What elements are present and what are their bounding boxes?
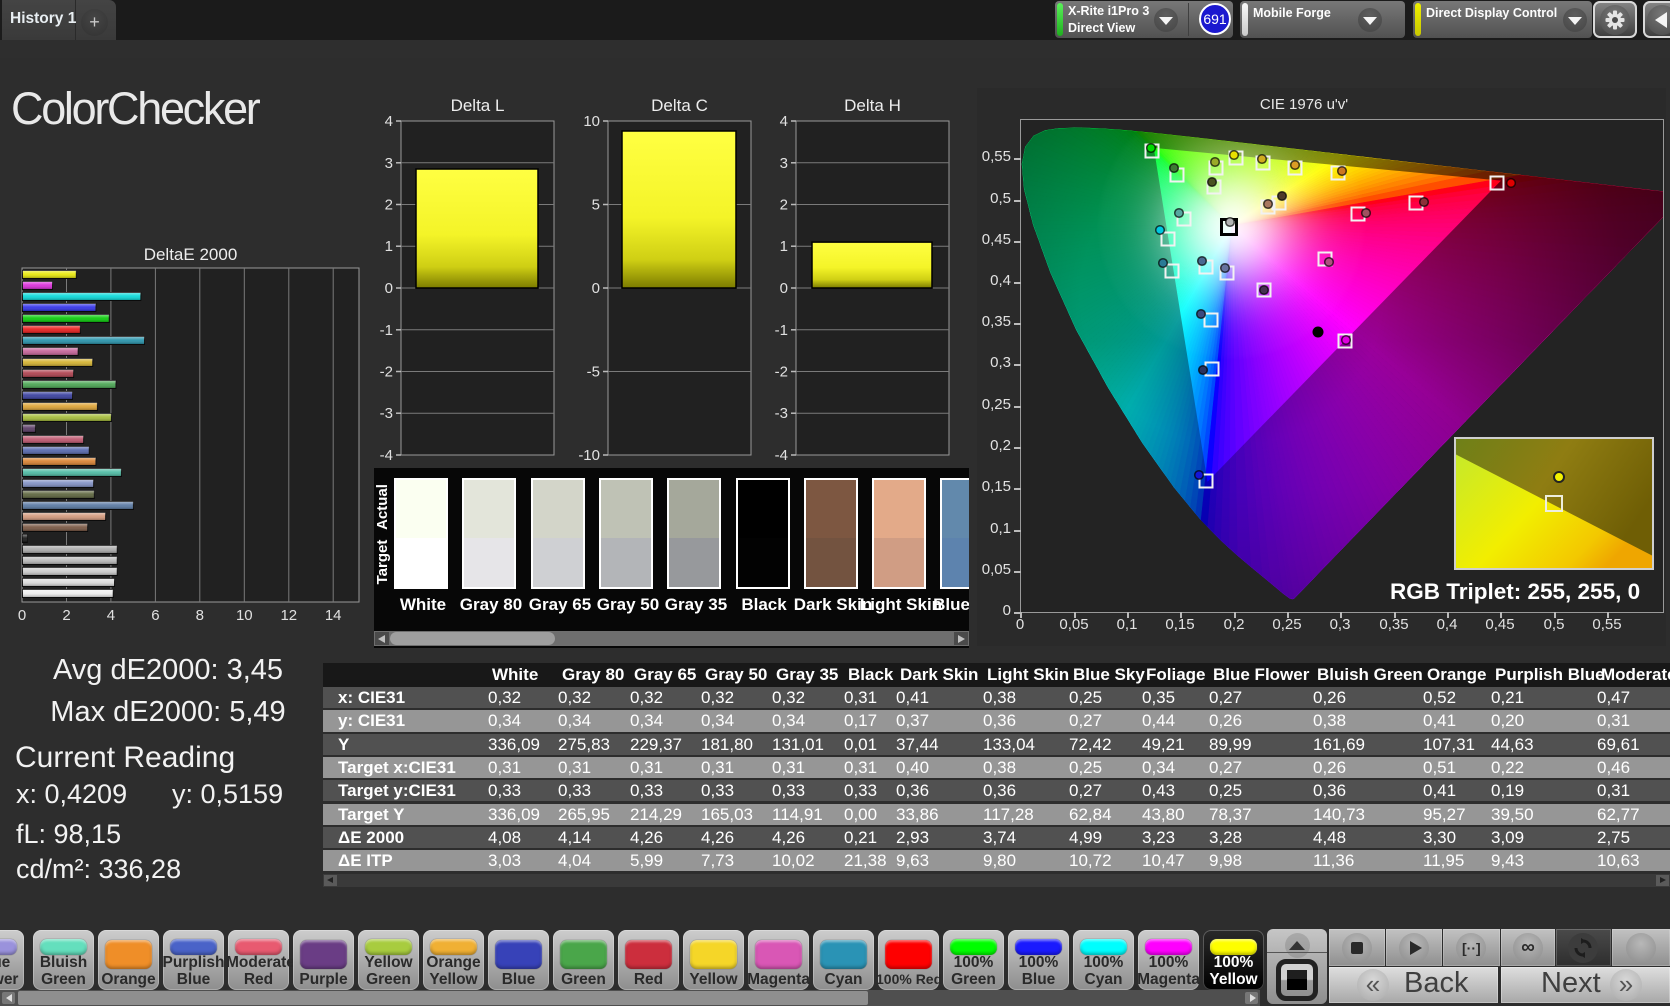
- svg-text:Delta C: Delta C: [651, 96, 708, 115]
- svg-text:1: 1: [780, 238, 788, 255]
- svg-text:3: 3: [385, 155, 393, 172]
- svg-text:2: 2: [385, 197, 393, 214]
- svg-text:DeltaE 2000: DeltaE 2000: [144, 245, 238, 264]
- svg-text:-10: -10: [578, 447, 600, 464]
- svg-text:0: 0: [18, 607, 26, 624]
- svg-text:2: 2: [780, 197, 788, 214]
- svg-text:-3: -3: [775, 405, 788, 422]
- svg-text:4: 4: [107, 607, 115, 624]
- svg-text:0: 0: [385, 280, 393, 297]
- svg-text:1: 1: [385, 238, 393, 255]
- svg-text:2: 2: [62, 607, 70, 624]
- svg-text:14: 14: [325, 607, 342, 624]
- svg-text:-2: -2: [380, 364, 393, 381]
- svg-text:-5: -5: [587, 364, 600, 381]
- svg-text:8: 8: [196, 607, 204, 624]
- svg-text:-4: -4: [380, 447, 393, 464]
- svg-text:4: 4: [385, 113, 393, 130]
- svg-text:12: 12: [280, 607, 297, 624]
- svg-text:-4: -4: [775, 447, 788, 464]
- svg-text:6: 6: [151, 607, 159, 624]
- svg-text:Delta H: Delta H: [844, 96, 901, 115]
- svg-text:10: 10: [236, 607, 253, 624]
- svg-text:0: 0: [592, 280, 600, 297]
- svg-text:Delta L: Delta L: [451, 96, 505, 115]
- svg-text:4: 4: [780, 113, 788, 130]
- svg-text:5: 5: [592, 197, 600, 214]
- svg-text:0: 0: [780, 280, 788, 297]
- svg-text:-1: -1: [775, 322, 788, 339]
- svg-text:-1: -1: [380, 322, 393, 339]
- svg-text:-3: -3: [380, 405, 393, 422]
- svg-text:3: 3: [780, 155, 788, 172]
- svg-text:10: 10: [583, 113, 600, 130]
- svg-text:-2: -2: [775, 364, 788, 381]
